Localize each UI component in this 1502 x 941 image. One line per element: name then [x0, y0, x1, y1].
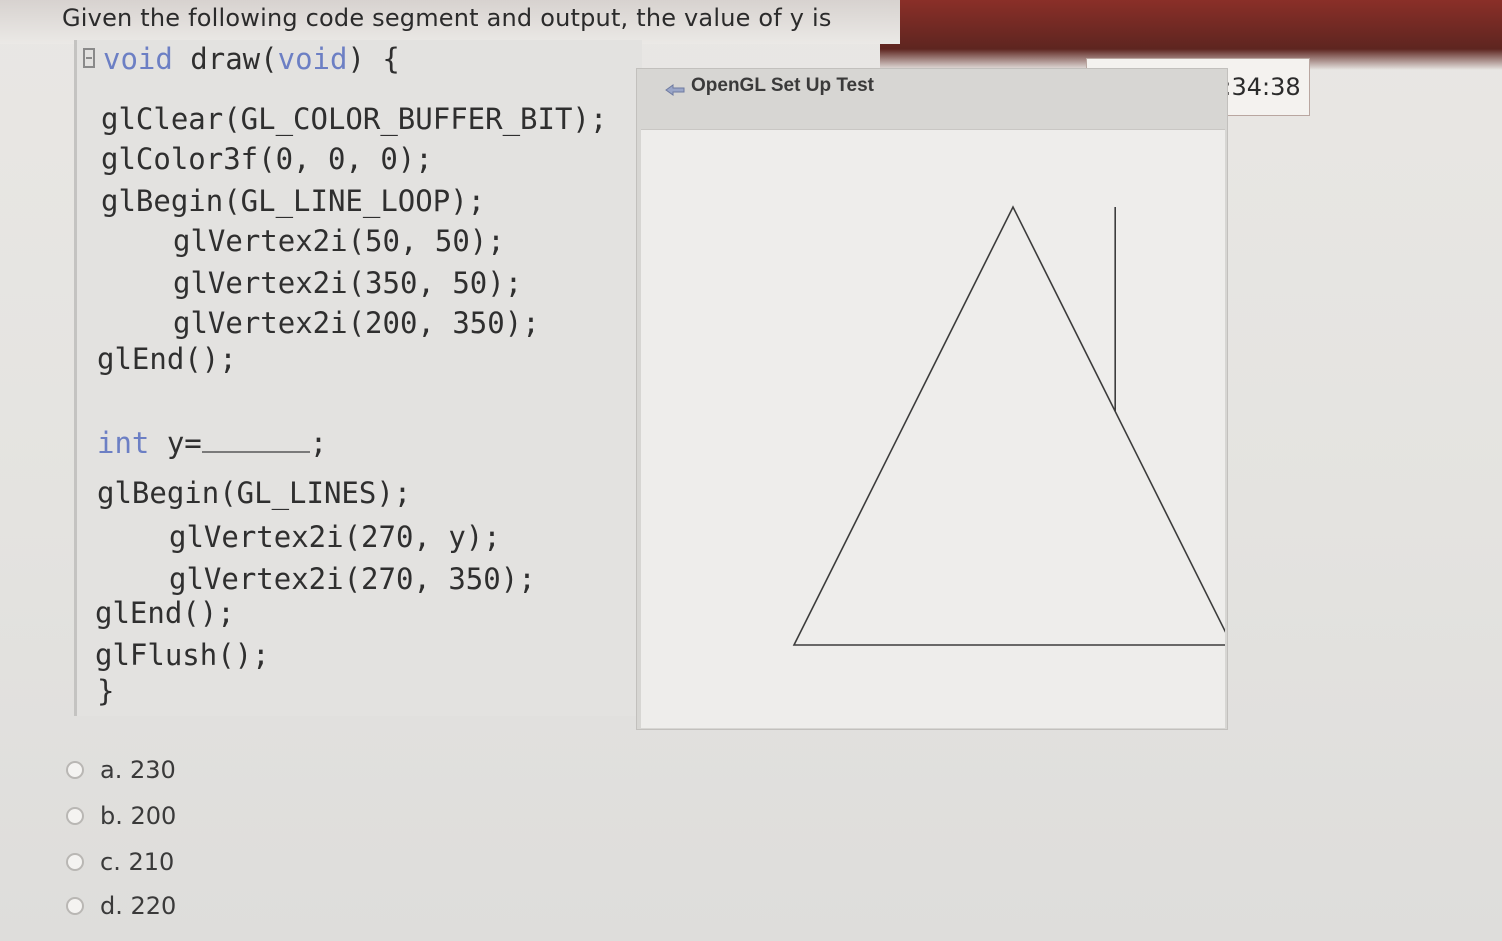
window-title-bar: OpenGL Set Up Test [665, 75, 874, 97]
radio-button[interactable] [66, 853, 84, 871]
radio-button[interactable] [66, 807, 84, 825]
question-band: Given the following code segment and out… [0, 0, 900, 44]
option-label: c. 210 [100, 848, 175, 876]
code-line-1: void draw(void) { [103, 42, 400, 76]
code-line-9: int y=; [97, 426, 327, 460]
code-line-3: glColor3f(0, 0, 0); [101, 142, 433, 176]
option-d[interactable]: d. 220 [66, 892, 176, 920]
code-line-6: glVertex2i(350, 50); [173, 266, 523, 300]
code-text: y= [149, 426, 202, 460]
option-c[interactable]: c. 210 [66, 848, 174, 876]
code-line-12: glVertex2i(270, 350); [169, 562, 536, 596]
keyword: void [103, 42, 173, 76]
code-line-14: glFlush(); [95, 638, 270, 672]
code-line-4: glBegin(GL_LINE_LOOP); [101, 184, 486, 218]
question-text: Given the following code segment and out… [62, 4, 832, 32]
window-title: OpenGL Set Up Test [691, 75, 874, 96]
radio-button[interactable] [66, 897, 84, 915]
collapse-icon[interactable] [83, 48, 95, 68]
gl-drawing [792, 205, 1225, 646]
code-text: draw( [172, 42, 278, 76]
gl-canvas [641, 129, 1225, 728]
code-text: ) { [347, 42, 400, 76]
code-line-13: glEnd(); [95, 596, 235, 630]
code-line-11: glVertex2i(270, y); [169, 520, 501, 554]
code-line-15: } [97, 674, 115, 708]
triangle-line-loop [792, 205, 1225, 646]
app-icon [665, 80, 685, 96]
keyword: void [277, 42, 348, 76]
code-block: void draw(void) { glClear(GL_COLOR_BUFFE… [74, 40, 642, 716]
code-line-8: glEnd(); [97, 342, 237, 376]
code-line-7: glVertex2i(200, 350); [173, 306, 540, 340]
keyword: int [97, 426, 150, 460]
option-label: a. 230 [100, 756, 176, 784]
option-label: d. 220 [100, 892, 177, 920]
option-a[interactable]: a. 230 [66, 756, 176, 784]
code-line-10: glBegin(GL_LINES); [97, 476, 412, 510]
code-text: ; [309, 426, 328, 460]
code-line-2: glClear(GL_COLOR_BUFFER_BIT); [101, 102, 608, 136]
answer-blank [201, 429, 310, 453]
option-label: b. 200 [100, 802, 177, 830]
code-line-5: glVertex2i(50, 50); [173, 224, 505, 258]
opengl-window: OpenGL Set Up Test [636, 68, 1228, 730]
radio-button[interactable] [66, 761, 84, 779]
option-b[interactable]: b. 200 [66, 802, 176, 830]
